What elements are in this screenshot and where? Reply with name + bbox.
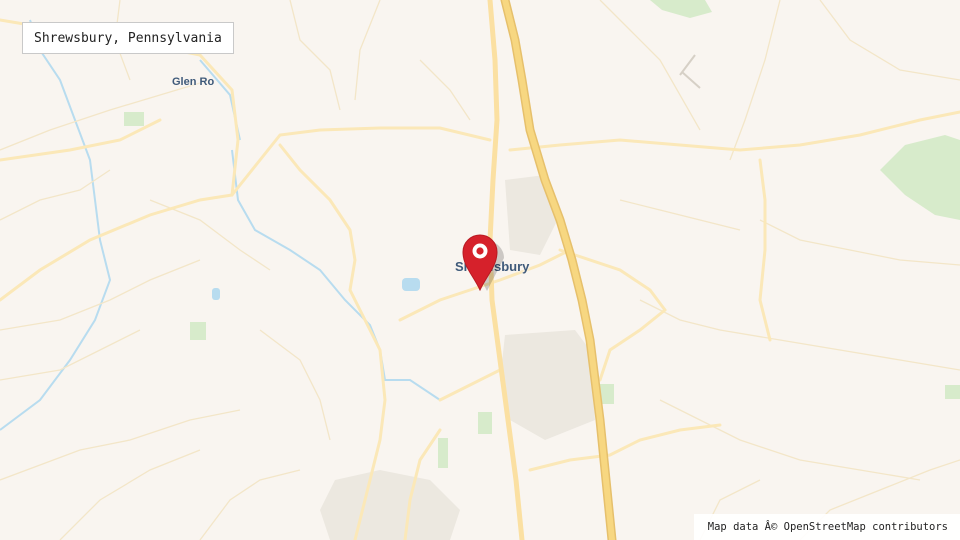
map-view[interactable]: Glen Ro Shrewsbury bbox=[0, 0, 960, 540]
park-south-3 bbox=[438, 438, 448, 468]
pond-small bbox=[212, 288, 220, 300]
place-label-glen: Glen Ro bbox=[172, 76, 215, 88]
park-glen bbox=[124, 112, 144, 126]
park-southeast bbox=[945, 385, 960, 399]
pond bbox=[402, 278, 420, 291]
park-south-1 bbox=[478, 412, 492, 434]
park-west bbox=[190, 322, 206, 340]
location-title: Shrewsbury, Pennsylvania bbox=[22, 22, 234, 54]
map-pin-icon[interactable] bbox=[456, 228, 506, 294]
map-attribution[interactable]: Map data Â© OpenStreetMap contributors bbox=[693, 514, 960, 540]
